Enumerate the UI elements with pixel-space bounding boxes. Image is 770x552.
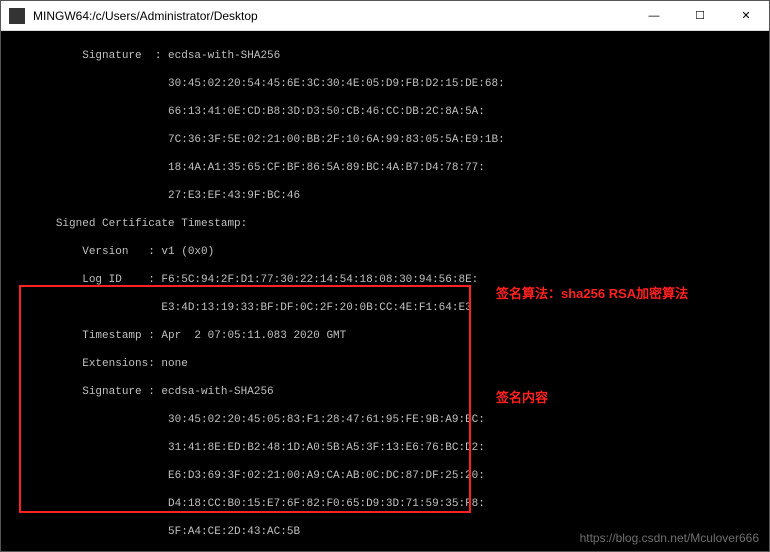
maximize-button[interactable]: ☐ [677, 1, 723, 31]
titlebar[interactable]: MINGW64:/c/Users/Administrator/Desktop —… [1, 1, 769, 31]
output-line: Timestamp : Apr 2 07:05:11.083 2020 GMT [3, 329, 767, 343]
app-icon [9, 8, 25, 24]
output-line: 30:45:02:20:45:05:83:F1:28:47:61:95:FE:9… [3, 413, 767, 427]
output-line: 18:4A:A1:35:65:CF:BF:86:5A:89:BC:4A:B7:D… [3, 161, 767, 175]
output-line: E3:4D:13:19:33:BF:DF:0C:2F:20:0B:CC:4E:F… [3, 301, 767, 315]
output-line: Extensions: none [3, 357, 767, 371]
output-line: 7C:36:3F:5E:02:21:00:BB:2F:10:6A:99:83:0… [3, 133, 767, 147]
output-line: 31:41:8E:ED:B2:48:1D:A0:5B:A5:3F:13:E6:7… [3, 441, 767, 455]
output-line: E6:D3:69:3F:02:21:00:A9:CA:AB:0C:DC:87:D… [3, 469, 767, 483]
window-buttons: — ☐ ✕ [631, 1, 769, 31]
annotation-algorithm: 签名算法：sha256 RSA加密算法 [496, 287, 688, 301]
output-line: Signed Certificate Timestamp: [3, 217, 767, 231]
window-title: MINGW64:/c/Users/Administrator/Desktop [33, 9, 631, 23]
output-line: 66:13:41:0E:CD:B8:3D:D3:50:CB:46:CC:DB:2… [3, 105, 767, 119]
annotation-content: 签名内容 [496, 391, 548, 405]
output-line: Signature : ecdsa-with-SHA256 [3, 385, 767, 399]
output-line: Version : v1 (0x0) [3, 245, 767, 259]
window: MINGW64:/c/Users/Administrator/Desktop —… [0, 0, 770, 552]
output-line: 27:E3:EF:43:9F:BC:46 [3, 189, 767, 203]
close-button[interactable]: ✕ [723, 1, 769, 31]
output-line: D4:18:CC:B0:15:E7:6F:82:F0:65:D9:3D:71:5… [3, 497, 767, 511]
output-line: Signature : ecdsa-with-SHA256 [3, 49, 767, 63]
output-line: 30:45:02:20:54:45:6E:3C:30:4E:05:D9:FB:D… [3, 77, 767, 91]
output-line: Log ID : F6:5C:94:2F:D1:77:30:22:14:54:1… [3, 273, 767, 287]
minimize-button[interactable]: — [631, 1, 677, 31]
terminal[interactable]: Signature : ecdsa-with-SHA256 30:45:02:2… [1, 31, 769, 551]
watermark: https://blog.csdn.net/Mculover666 [580, 531, 759, 545]
